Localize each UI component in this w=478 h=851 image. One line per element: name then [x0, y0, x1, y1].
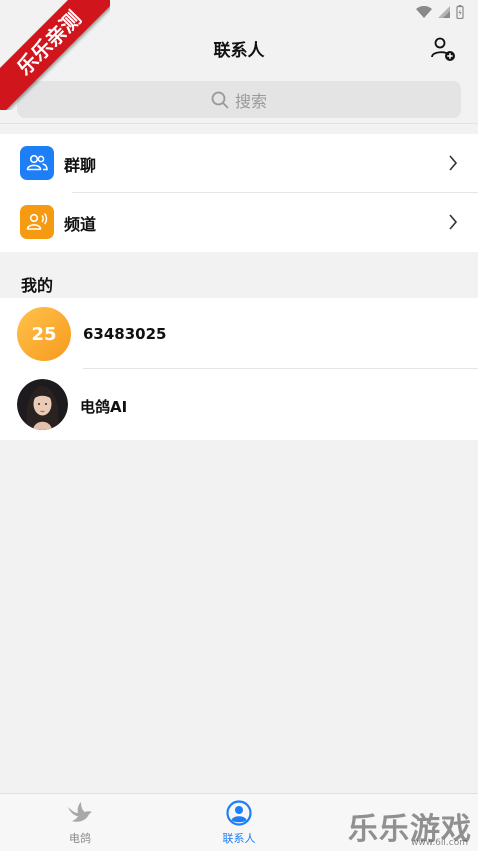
chevron-right-icon: [449, 155, 458, 171]
contact-name: 电鸽AI: [80, 398, 128, 416]
tab-contacts[interactable]: 联系人: [199, 800, 279, 846]
watermark-url: www.6ll.com: [411, 838, 468, 848]
channel-icon: [20, 205, 54, 239]
chevron-right-icon: [449, 214, 458, 230]
status-icons: [416, 5, 464, 19]
dove-icon: [68, 802, 92, 822]
channel-label: 频道: [64, 214, 97, 234]
list-item-channel[interactable]: 频道: [0, 193, 478, 252]
corner-ribbon-badge: 乐乐亲测: [0, 0, 110, 110]
signal-icon: [438, 6, 450, 18]
tab-dian-ge[interactable]: 电鸽: [40, 800, 120, 846]
avatar: 25: [17, 307, 71, 361]
list-item-contact[interactable]: 25 63483025: [0, 298, 478, 369]
battery-icon: [456, 5, 464, 19]
list-item-contact[interactable]: 电鸽AI: [0, 369, 478, 440]
badge-text: 乐乐亲测: [0, 0, 110, 110]
search-icon: [211, 91, 229, 108]
wifi-icon: [416, 6, 432, 18]
contact-list: 25 63483025 电鸽AI: [0, 298, 478, 440]
contacts-icon: [226, 800, 252, 826]
tab-label: 电鸽: [69, 832, 91, 845]
divider: [0, 123, 478, 124]
group-chat-icon: [20, 146, 54, 180]
section-title-mine: 我的: [21, 276, 54, 295]
group-list: 群聊 频道: [0, 134, 478, 252]
avatar: [17, 379, 68, 430]
contact-name: 63483025: [83, 325, 167, 343]
add-contact-icon[interactable]: [430, 36, 456, 62]
group-chat-label: 群聊: [64, 155, 97, 175]
search-placeholder: 搜索: [234, 91, 267, 111]
tab-label: 联系人: [222, 832, 256, 845]
list-item-group-chat[interactable]: 群聊: [0, 134, 478, 193]
bottom-tab-bar: 电鸽 联系人 乐乐游戏 www.6ll.com: [0, 793, 478, 851]
